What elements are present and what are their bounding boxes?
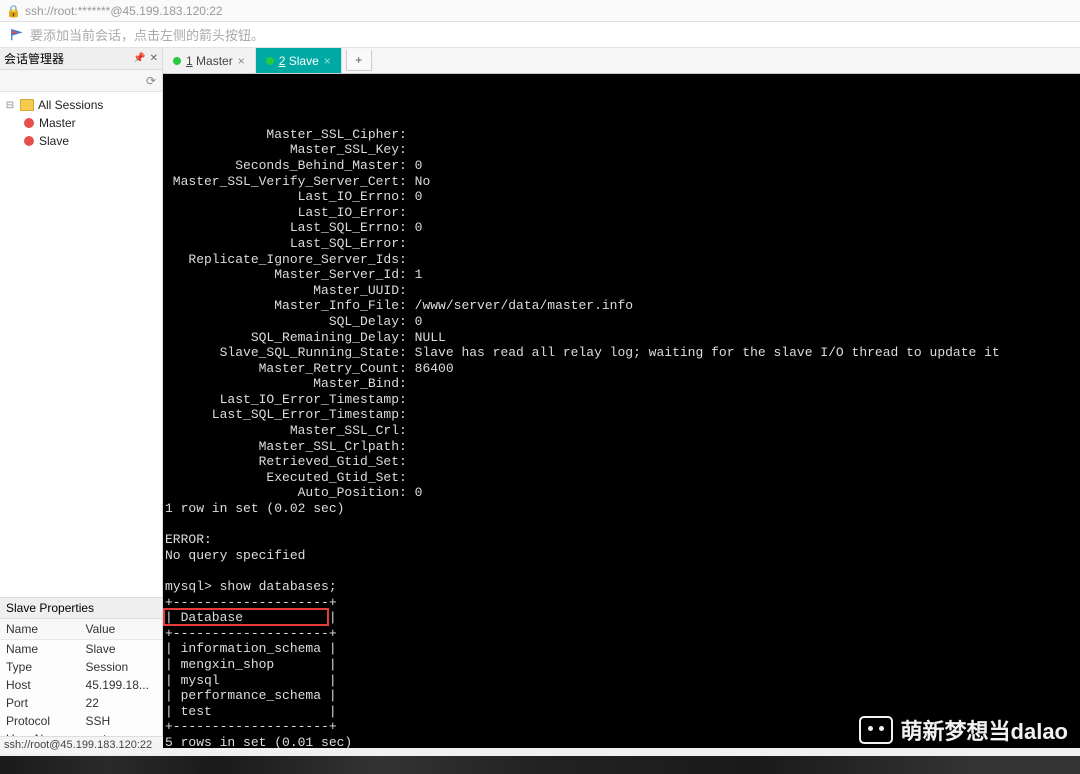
session-manager-panel: 会话管理器 📌 ✕ ⟳ ⊟ All Sessions Master Slave (0, 48, 163, 748)
tab-close-icon[interactable]: × (238, 54, 245, 68)
status-dot-icon (266, 57, 274, 65)
flag-icon (10, 28, 24, 42)
table-row: NameSlave (0, 640, 162, 659)
tab-label: Slave (289, 54, 319, 68)
hint-text: 要添加当前会话，点击左侧的箭头按钮。 (30, 25, 264, 44)
session-icon (24, 118, 34, 128)
session-tree[interactable]: ⊟ All Sessions Master Slave (0, 92, 162, 597)
new-tab-button[interactable]: + (346, 50, 372, 71)
content-area: 1 Master × 2 Slave × + Master_SSL_Cipher… (163, 48, 1080, 748)
collapse-icon[interactable]: ⊟ (4, 100, 16, 111)
col-value: Value (80, 619, 162, 640)
hint-bar: 要添加当前会话，点击左侧的箭头按钮。 (0, 22, 1080, 48)
tab-master[interactable]: 1 Master × (163, 48, 256, 73)
tab-slave[interactable]: 2 Slave × (256, 48, 342, 73)
col-name: Name (0, 619, 80, 640)
tree-root-label: All Sessions (38, 98, 103, 112)
terminal[interactable]: Master_SSL_Cipher: Master_SSL_Key: Secon… (163, 74, 1080, 748)
table-row: ProtocolSSH (0, 712, 162, 730)
tab-index: 1 (186, 54, 193, 68)
status-bar: ssh://root@45.199.183.120:22 (0, 736, 163, 754)
sidebar-header: 会话管理器 📌 ✕ (0, 48, 162, 70)
properties-title: Slave Properties (6, 601, 94, 615)
table-row: Host45.199.18... (0, 676, 162, 694)
tree-item-label: Master (39, 116, 76, 130)
tab-label: Master (196, 54, 233, 68)
tab-index: 2 (279, 54, 286, 68)
table-row: Port22 (0, 694, 162, 712)
properties-table: Name Value NameSlaveTypeSessionHost45.19… (0, 619, 162, 748)
address-bar: 🔒 ssh://root:*******@45.199.183.120:22 (0, 0, 1080, 22)
pin-icon[interactable]: 📌 (133, 53, 145, 64)
refresh-icon[interactable]: ⟳ (146, 74, 156, 88)
taskbar-strip (0, 756, 1080, 774)
tree-item-label: Slave (39, 134, 69, 148)
tree-item-slave[interactable]: Slave (2, 132, 160, 150)
address-text: ssh://root:*******@45.199.183.120:22 (25, 4, 223, 18)
close-icon[interactable]: ✕ (150, 53, 158, 64)
properties-header: Slave Properties (0, 597, 162, 619)
table-row: TypeSession (0, 658, 162, 676)
session-icon (24, 136, 34, 146)
status-text: ssh://root@45.199.183.120:22 (4, 739, 152, 751)
tree-item-master[interactable]: Master (2, 114, 160, 132)
sidebar-title: 会话管理器 (4, 50, 64, 67)
tree-root[interactable]: ⊟ All Sessions (2, 96, 160, 114)
sidebar-toolbar: ⟳ (0, 70, 162, 92)
folder-icon (20, 99, 34, 111)
lock-icon: 🔒 (6, 4, 21, 18)
tab-close-icon[interactable]: × (324, 54, 331, 68)
tab-bar: 1 Master × 2 Slave × + (163, 48, 1080, 74)
status-dot-icon (173, 57, 181, 65)
